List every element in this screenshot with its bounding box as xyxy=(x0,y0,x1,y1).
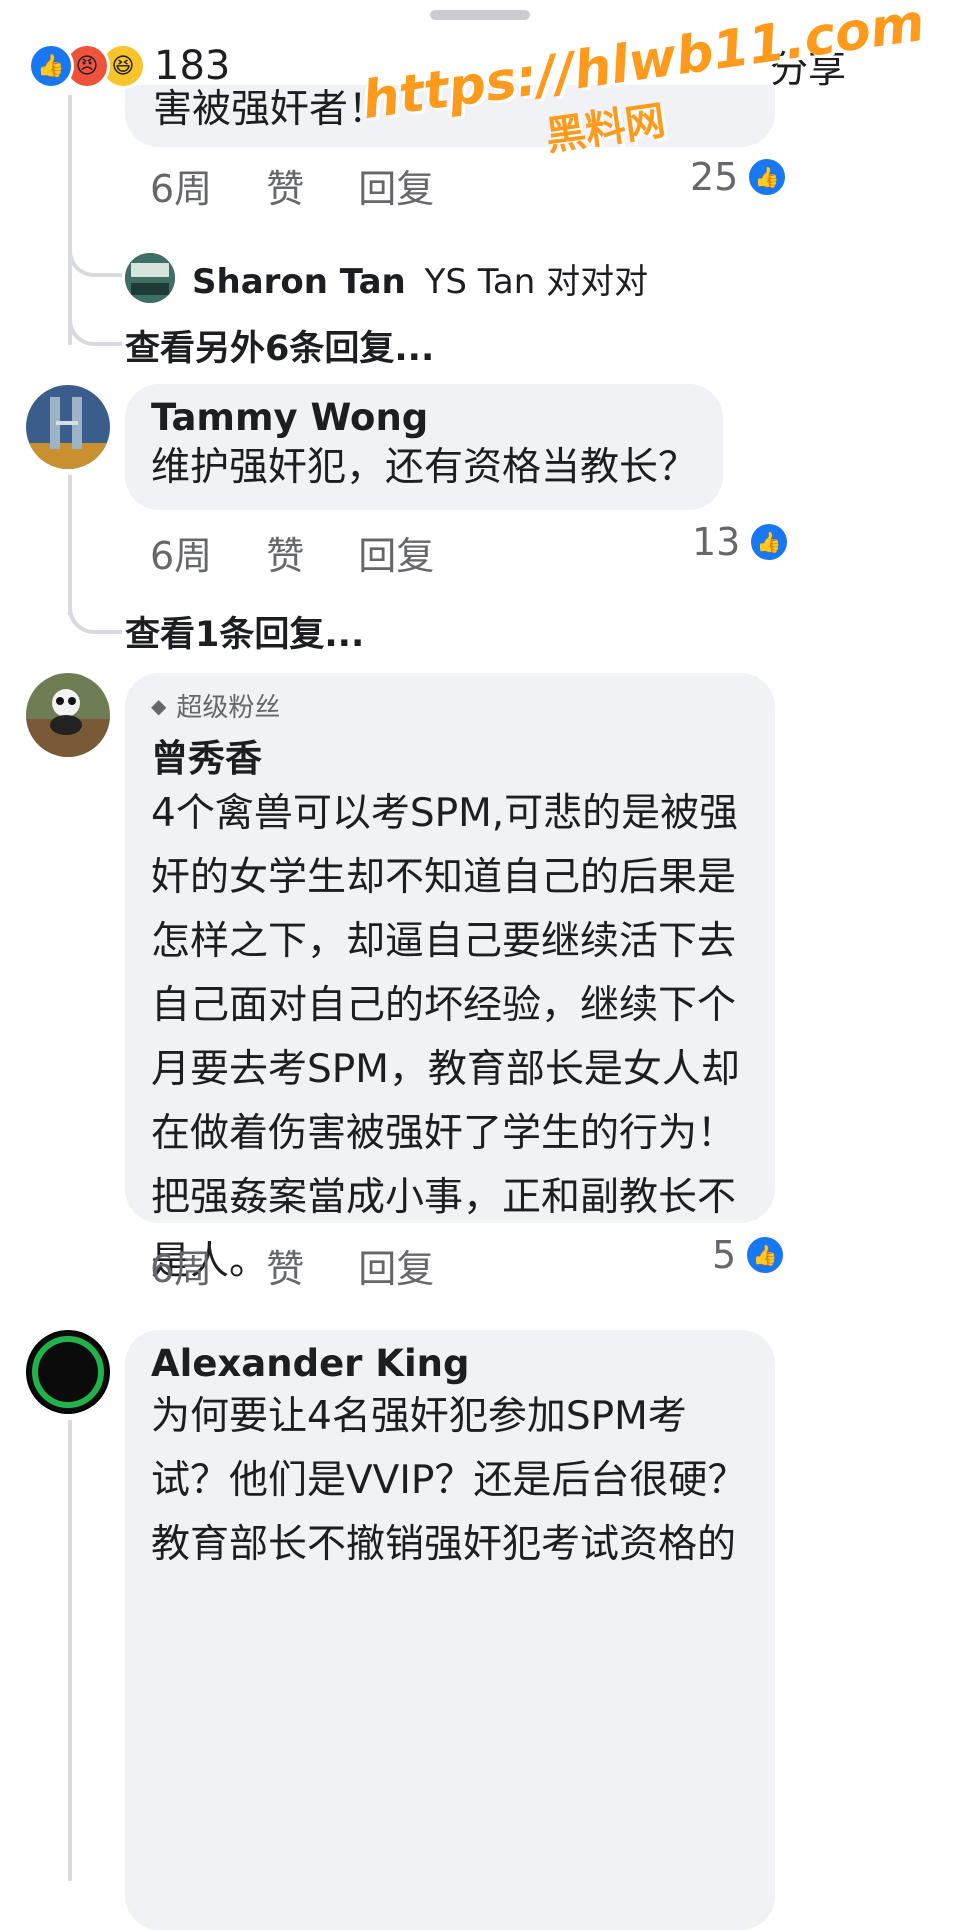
comment-actions: 6周 赞 回复 xyxy=(150,1238,488,1293)
comment-time: 6周 xyxy=(150,534,213,578)
like-button[interactable]: 赞 xyxy=(266,1238,304,1293)
avatar[interactable] xyxy=(26,1330,110,1414)
comment-line: 怎样之下，却逼自己要继续活下去 xyxy=(151,919,737,964)
like-icon: 👍 xyxy=(744,1234,787,1276)
comment-bubble: ◆ 超级粉丝 曾秀香 4个禽兽可以考SPM,可悲的是被强 奸的女学生却不知道自己… xyxy=(125,673,775,1284)
comment-bubble: Alexander King 为何要让4名强奸犯参加SPM考 试？他们是VVIP… xyxy=(125,1330,775,1930)
reaction-count: 183 xyxy=(154,43,231,89)
diamond-icon: ◆ xyxy=(151,693,167,718)
reply-button[interactable]: 回复 xyxy=(358,525,434,580)
comment-line: 月要去考SPM，教育部长是女人却 xyxy=(151,1047,740,1092)
comment-time: 6周 xyxy=(150,167,213,211)
comment-author[interactable]: Alexander King xyxy=(151,1342,749,1385)
comment-line: 4个禽兽可以考SPM,可悲的是被强 xyxy=(151,791,739,836)
reply-text: YS Tan 对对对 xyxy=(424,262,649,302)
avatar-image xyxy=(26,673,110,757)
comment-line: 教育部长不撤销强奸犯考试资格的 xyxy=(151,1522,737,1567)
comment-actions: 6周 赞 回复 xyxy=(150,158,488,213)
reply-button[interactable]: 回复 xyxy=(358,158,434,213)
comment-line: 奸的女学生却不知道自己的后果是 xyxy=(151,855,737,900)
comment-line: 为何要让4名强奸犯参加SPM考 xyxy=(151,1394,687,1439)
view-more-replies[interactable]: 查看另外6条回复... xyxy=(125,320,434,371)
nested-reply: Sharon Tan YS Tan 对对对 xyxy=(192,254,648,303)
avatar[interactable] xyxy=(26,385,110,469)
comment-like-count[interactable]: 13 👍 xyxy=(692,520,791,564)
like-count-value: 5 xyxy=(712,1233,737,1277)
reply-button[interactable]: 回复 xyxy=(358,1238,434,1293)
thread-line xyxy=(68,1420,72,1881)
comment-text: 4个禽兽可以考SPM,可悲的是被强 奸的女学生却不知道自己的后果是 怎样之下，却… xyxy=(151,782,749,1294)
comment-text: 为何要让4名强奸犯参加SPM考 试？他们是VVIP？还是后台很硬？ 教育部长不撤… xyxy=(151,1385,749,1577)
avatar-image xyxy=(28,1332,108,1412)
like-count-value: 25 xyxy=(690,155,739,199)
top-fan-badge: ◆ 超级粉丝 xyxy=(151,687,749,724)
like-button[interactable]: 赞 xyxy=(266,525,304,580)
comment-line: 自己面对自己的坏经验，继续下个 xyxy=(151,983,737,1028)
comment-text: 维护强奸犯，还有资格当教长？ xyxy=(151,445,698,490)
thread-connector xyxy=(68,590,122,634)
comment-bubble: Tammy Wong 维护强奸犯，还有资格当教长？ xyxy=(125,384,723,510)
reply-connector xyxy=(68,235,122,277)
avatar[interactable] xyxy=(26,673,110,757)
avatar-image xyxy=(125,253,175,303)
like-button[interactable]: 赞 xyxy=(266,158,304,213)
comment-author[interactable]: Tammy Wong xyxy=(151,396,697,439)
comment-like-count[interactable]: 25 👍 xyxy=(690,155,789,199)
avatar[interactable] xyxy=(125,253,175,303)
comment-line: 把强姦案當成小事，正和副教长不 xyxy=(151,1175,737,1220)
badge-label: 超级粉丝 xyxy=(176,693,281,723)
like-reaction-icon: 👍 xyxy=(28,43,74,89)
comment-author[interactable]: 曾秀香 xyxy=(151,728,749,782)
avatar-image xyxy=(26,385,110,469)
thread-connector xyxy=(68,300,122,346)
reply-author[interactable]: Sharon Tan xyxy=(192,262,406,302)
comment-line: 试？他们是VVIP？还是后台很硬？ xyxy=(151,1458,747,1503)
comment-time: 6周 xyxy=(150,1247,213,1291)
like-icon: 👍 xyxy=(748,521,791,563)
comment-line: 在做着伤害被强奸了学生的行为！ xyxy=(151,1111,737,1156)
comment-like-count[interactable]: 5 👍 xyxy=(712,1233,787,1277)
like-icon: 👍 xyxy=(746,156,789,198)
drag-handle[interactable] xyxy=(430,10,530,20)
view-more-replies[interactable]: 查看1条回复... xyxy=(125,606,364,657)
comment-actions: 6周 赞 回复 xyxy=(150,525,488,580)
like-count-value: 13 xyxy=(692,520,741,564)
